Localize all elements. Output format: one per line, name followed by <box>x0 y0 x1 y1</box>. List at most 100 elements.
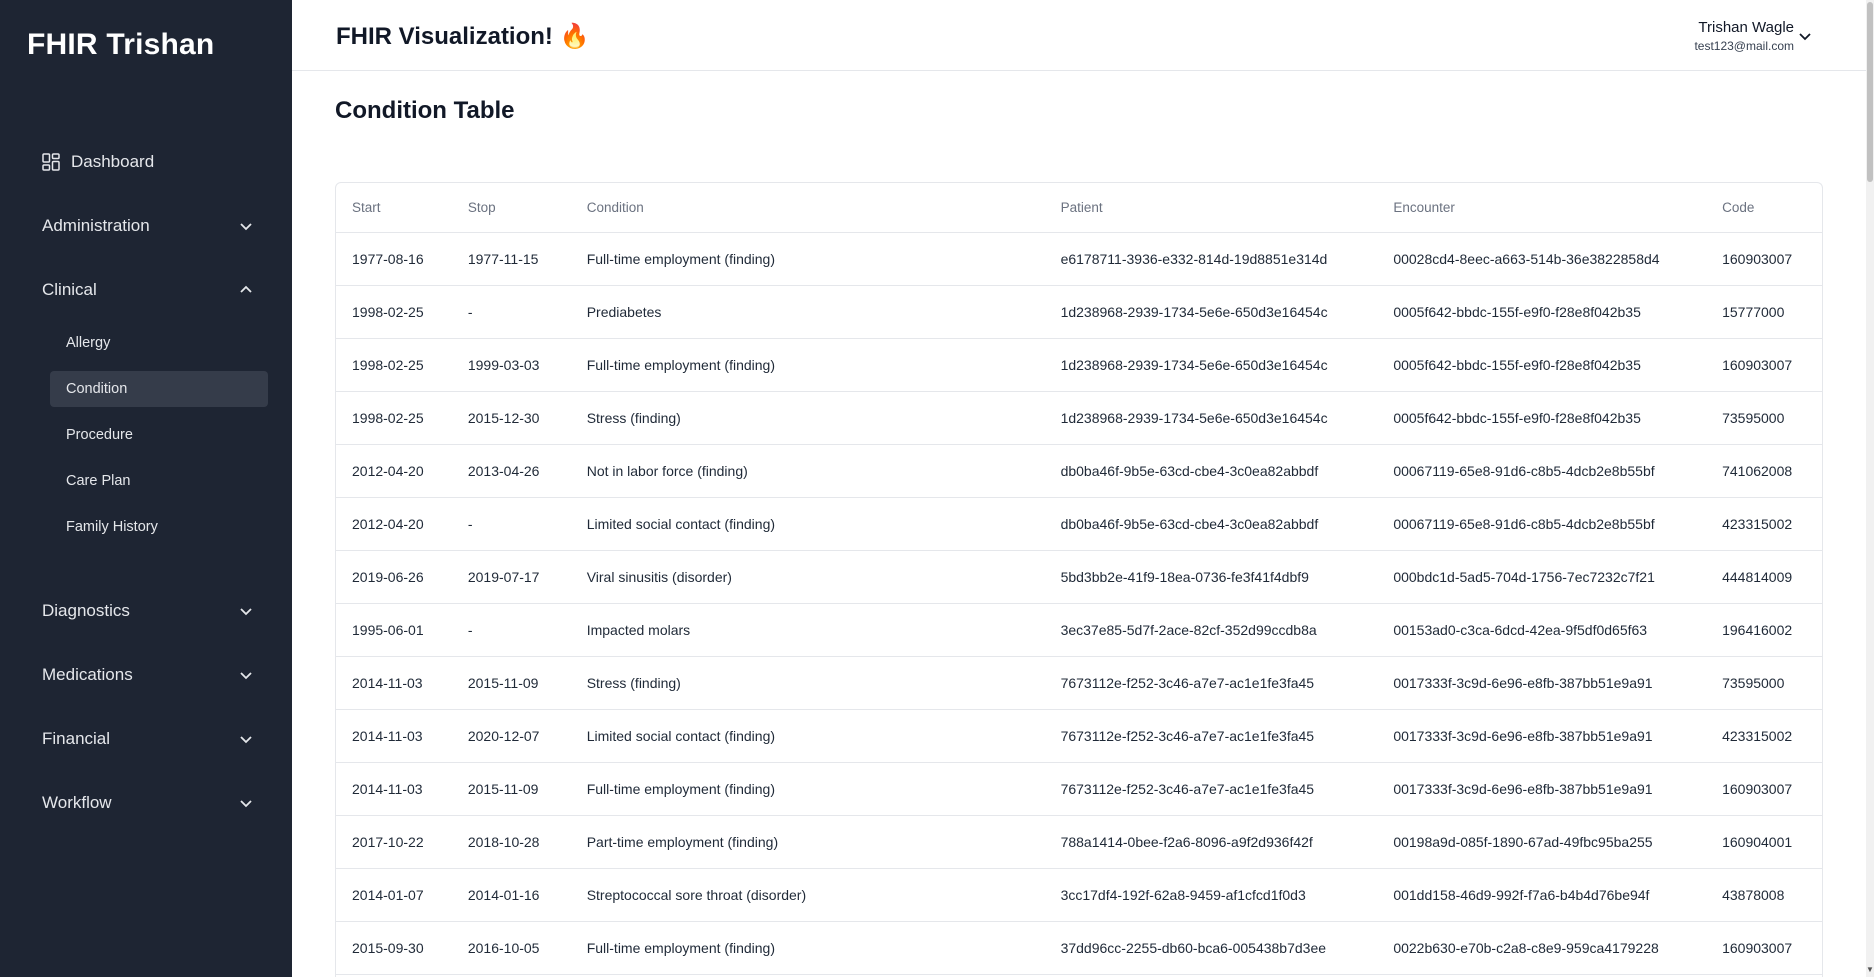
dashboard-grid-icon <box>42 153 60 171</box>
sidebar-item-label: Administration <box>42 216 150 235</box>
sidebar-item-label: Financial <box>42 729 111 748</box>
cell-stop: 2015-12-30 <box>451 391 571 445</box>
table-row[interactable]: 1998-02-25- Prediabetes 1d238968-2939-1734… <box>336 285 1822 339</box>
sidebar-item-administration[interactable]: Administration <box>42 208 254 244</box>
column-header-stop[interactable]: Stop <box>451 183 571 233</box>
top-header: FHIR Visualization! 🔥 Trishan Wagle test… <box>292 0 1866 71</box>
cell-stop: 1977-11-15 <box>451 232 571 286</box>
cell-code: 160903007 <box>1706 338 1822 392</box>
cell-code: 196416002 <box>1706 603 1822 657</box>
sidebar-item-dashboard[interactable]: Dashboard <box>42 144 254 180</box>
cell-start: 1998-02-25 <box>336 338 452 392</box>
sidebar-subitem-family-history[interactable]: Family History <box>50 509 268 545</box>
cell-condition: Not in labor force (finding) <box>570 444 1045 498</box>
cell-encounter: 00028cd4-8eec-a663-514b-36e3822858d4 <box>1377 232 1707 286</box>
table-row[interactable]: 2014-11-03 2015-11-09 Full-time employment… <box>336 762 1822 816</box>
cell-patient: 7673112e-f252-3c46-a7e7-ac1e1fe3fa45 <box>1044 656 1378 710</box>
cell-condition: Full-time employment (finding) <box>570 232 1045 286</box>
sidebar-item-label: Diagnostics <box>42 601 130 620</box>
scroll-down-arrow-icon[interactable]: ▼ <box>1866 965 1874 975</box>
cell-condition: Limited social contact (finding) <box>570 709 1045 763</box>
cell-patient: 7673112e-f252-3c46-a7e7-ac1e1fe3fa45 <box>1044 762 1378 816</box>
sidebar-item-medications[interactable]: Medications <box>42 657 254 693</box>
column-header-condition[interactable]: Condition <box>570 183 1045 233</box>
cell-patient: 1d238968-2939-1734-5e6e-650d3e16454c <box>1044 338 1378 392</box>
user-name: Trishan Wagle <box>1698 19 1794 36</box>
brand-logo[interactable]: FHIR Trishan <box>27 28 214 62</box>
cell-condition: Stress (finding) <box>570 391 1045 445</box>
cell-encounter: 0017333f-3c9d-6e96-e8fb-387bb51e9a91 <box>1377 656 1707 710</box>
table-row[interactable]: 2014-11-03 2015-11-09 Stress (finding) 7673… <box>336 656 1822 710</box>
chevron-down-icon[interactable] <box>1797 28 1813 44</box>
sidebar-item-label: Dashboard <box>71 152 155 171</box>
cell-code: 160903007 <box>1706 232 1822 286</box>
user-menu[interactable]: Trishan Wagle test123@mail.com <box>1694 19 1794 53</box>
cell-start: 2012-04-20 <box>336 444 452 498</box>
sidebar-subitem-allergy[interactable]: Allergy <box>50 325 268 361</box>
table-row[interactable]: 1998-02-25 1999-03-03 Full-time employment… <box>336 338 1822 392</box>
cell-encounter: 00067119-65e8-91d6-c8b5-4dcb2e8b55bf <box>1377 444 1707 498</box>
cell-start: 1998-02-25 <box>336 391 452 445</box>
cell-condition: Full-time employment (finding) <box>570 921 1045 975</box>
cell-stop: 2020-12-07 <box>451 709 571 763</box>
sidebar: FHIR Trishan Dashboard Administration Cl… <box>0 0 292 977</box>
cell-start: 2014-11-03 <box>336 709 452 763</box>
cell-stop: 2015-11-09 <box>451 762 571 816</box>
table-row[interactable]: 1998-02-25 2015-12-30 Stress (finding) 1d23… <box>336 391 1822 445</box>
sidebar-subitem-care-plan[interactable]: Care Plan <box>50 463 268 499</box>
cell-code: 73595000 <box>1706 391 1822 445</box>
cell-condition: Stress (finding) <box>570 656 1045 710</box>
cell-code: 423315002 <box>1706 709 1822 763</box>
column-header-encounter[interactable]: Encounter <box>1377 183 1707 233</box>
table-row[interactable]: 2012-04-20 2013-04-26 Not in labor force (… <box>336 444 1822 498</box>
table-row[interactable]: 2019-06-26 2019-07-17 Viral sinusitis (dis… <box>336 550 1822 604</box>
column-header-start[interactable]: Start <box>336 183 452 233</box>
cell-encounter: 0017333f-3c9d-6e96-e8fb-387bb51e9a91 <box>1377 762 1707 816</box>
table-row[interactable]: 2015-09-30 2016-10-05 Full-time employment… <box>336 921 1822 975</box>
cell-patient: db0ba46f-9b5e-63cd-cbe4-3c0ea82abbdf <box>1044 497 1378 551</box>
sidebar-item-label: Clinical <box>42 280 97 299</box>
sidebar-subitem-label: Care Plan <box>66 473 131 489</box>
column-header-patient[interactable]: Patient <box>1044 183 1378 233</box>
cell-code: 423315002 <box>1706 497 1822 551</box>
cell-start: 2014-11-03 <box>336 656 452 710</box>
cell-encounter: 001dd158-46d9-992f-f7a6-b4b4d76be94f <box>1377 868 1707 922</box>
cell-code: 160903007 <box>1706 762 1822 816</box>
cell-patient: 1d238968-2939-1734-5e6e-650d3e16454c <box>1044 285 1378 339</box>
sidebar-item-diagnostics[interactable]: Diagnostics <box>42 593 254 629</box>
cell-start: 2014-01-07 <box>336 868 452 922</box>
table-row[interactable]: 2014-01-07 2014-01-16 Streptococcal sore t… <box>336 868 1822 922</box>
cell-condition: Full-time employment (finding) <box>570 762 1045 816</box>
table-header-row: Start Stop Condition Patient Encounter C… <box>336 183 1822 233</box>
table-row[interactable]: 1977-08-16 1977-11-15 Full-time employment… <box>336 232 1822 286</box>
cell-start: 1977-08-16 <box>336 232 452 286</box>
cell-condition: Impacted molars <box>570 603 1045 657</box>
sidebar-subitem-procedure[interactable]: Procedure <box>50 417 268 453</box>
user-email: test123@mail.com <box>1694 39 1794 53</box>
column-header-code[interactable]: Code <box>1706 183 1822 233</box>
cell-code: 43878008 <box>1706 868 1822 922</box>
sidebar-item-clinical[interactable]: Clinical <box>42 272 254 308</box>
sidebar-subitem-label: Family History <box>66 519 158 535</box>
cell-code: 444814009 <box>1706 550 1822 604</box>
table-row[interactable]: 2017-10-22 2018-10-28 Part-time employment… <box>336 815 1822 869</box>
sidebar-subitem-condition[interactable]: Condition <box>50 371 268 407</box>
cell-encounter: 0005f642-bbdc-155f-e9f0-f28e8f042b35 <box>1377 391 1707 445</box>
table-row[interactable]: 2012-04-20- Limited social contact (findi… <box>336 497 1822 551</box>
cell-code: 160904001 <box>1706 815 1822 869</box>
scrollbar-thumb[interactable] <box>1867 2 1873 182</box>
condition-table: Start Stop Condition Patient Encounter C… <box>336 183 1822 975</box>
cell-condition: Full-time employment (finding) <box>570 338 1045 392</box>
table-row[interactable]: 1995-06-01- Impacted molars 3ec37e85-5d7f-… <box>336 603 1822 657</box>
cell-condition: Prediabetes <box>570 285 1045 339</box>
sidebar-item-label: Medications <box>42 665 133 684</box>
sidebar-item-financial[interactable]: Financial <box>42 721 254 757</box>
table-row[interactable]: 2014-11-03 2020-12-07 Limited social conta… <box>336 709 1822 763</box>
cell-code: 741062008 <box>1706 444 1822 498</box>
cell-condition: Part-time employment (finding) <box>570 815 1045 869</box>
sidebar-item-workflow[interactable]: Workflow <box>42 785 254 821</box>
page-scrollbar[interactable]: ▼ <box>1866 0 1874 977</box>
cell-encounter: 0017333f-3c9d-6e96-e8fb-387bb51e9a91 <box>1377 709 1707 763</box>
cell-code: 15777000 <box>1706 285 1822 339</box>
chevron-down-icon <box>240 736 252 744</box>
